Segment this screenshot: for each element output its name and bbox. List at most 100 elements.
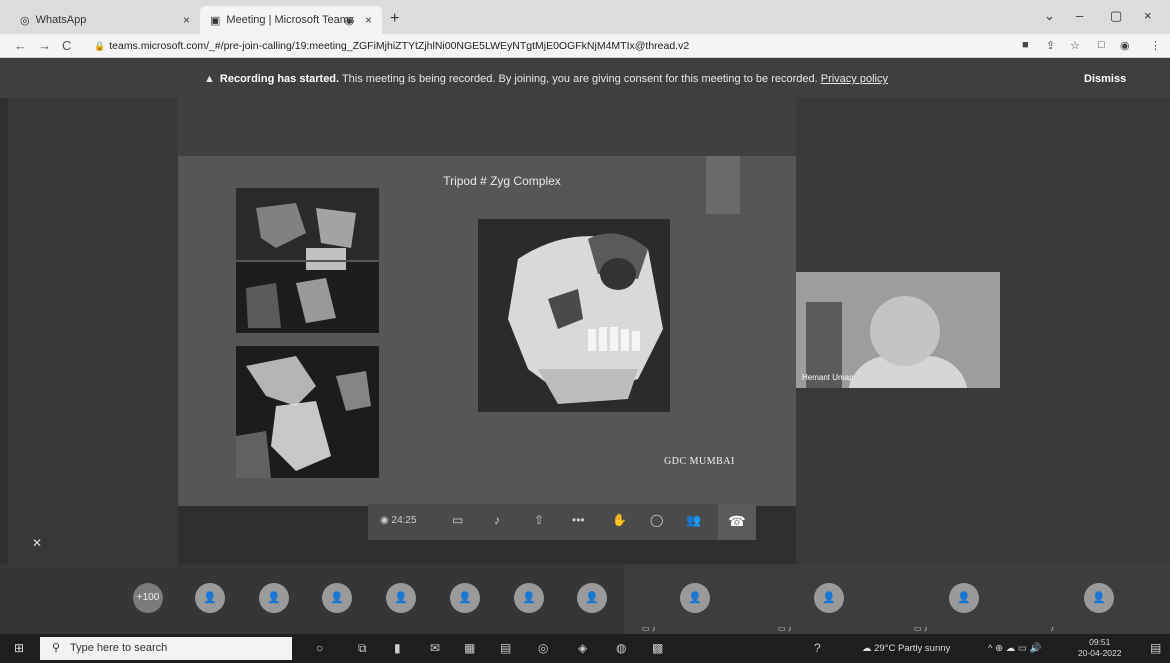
share-icon[interactable]: ⇧ (534, 513, 544, 527)
search-icon: ⚲ (52, 642, 61, 654)
task-view-icon[interactable]: ⧉ (358, 641, 367, 656)
windows-taskbar: ⊞ ⚲ Type here to search ○ ⧉ ▮ ✉ ▦ ▤ ◎ ◈ … (0, 634, 1170, 663)
ct-scan-coronal-image (236, 188, 379, 333)
clock-time: 09:51 (1089, 637, 1111, 647)
recording-banner: ▲ Recording has started. This meeting is … (0, 58, 1170, 98)
muted-mic-icon: ♪ (1050, 624, 1054, 633)
3d-skull-reconstruction-image (478, 219, 670, 412)
url-text: teams.microsoft.com/_#/pre-join-calling/… (109, 40, 690, 52)
more-participants-badge[interactable]: +100 (133, 583, 163, 613)
warning-icon: ▲ (204, 73, 215, 85)
participant-name: Hemant Umap (802, 373, 854, 382)
participant-avatar[interactable]: 👤 (386, 583, 416, 613)
stage-left-panel (8, 98, 178, 564)
app-icon[interactable]: ◍ (616, 641, 626, 655)
bookmark-star-icon[interactable]: ☆ (1070, 39, 1080, 52)
minimize-button[interactable]: – (1076, 8, 1083, 23)
mail-icon[interactable]: ✉ (430, 641, 440, 655)
clock-date: 20-04-2022 (1078, 648, 1122, 658)
participant-avatar[interactable]: 👤 (322, 583, 352, 613)
cortana-icon[interactable]: ○ (316, 641, 323, 655)
dismiss-button[interactable]: Dismiss (1084, 73, 1126, 85)
muted-mic-icon: ▭ ♪ (914, 624, 928, 633)
slide-footer: GDC MUMBAI (664, 456, 735, 467)
tab-search-icon[interactable]: ⌄ (1044, 8, 1055, 24)
chat-icon[interactable]: ◯ (650, 513, 663, 527)
tab-label: WhatsApp (35, 14, 87, 26)
participant-avatar[interactable]: 👤 (450, 583, 480, 613)
participant-avatar[interactable]: 👤 (680, 583, 710, 613)
back-arrow-icon[interactable]: ← (14, 38, 27, 53)
forward-arrow-icon[interactable]: → (38, 38, 51, 53)
tab-label: Meeting | Microsoft Teams (226, 14, 355, 26)
sidebar-icon[interactable]: □ (1098, 39, 1105, 51)
call-control-bar: ◉ 24:25 ▭ ♪ ⇧ ••• ✋ ◯ 👥 ☎ (368, 504, 756, 540)
timer-icon: ◉ (380, 515, 389, 526)
weather-widget[interactable]: ☁ 29°C Partly sunny (862, 643, 950, 654)
hang-up-button[interactable]: ☎ (718, 504, 756, 540)
maximize-button[interactable]: ▢ (1110, 8, 1122, 24)
url-field[interactable]: 🔒 teams.microsoft.com/_#/pre-join-calling… (94, 40, 689, 52)
address-bar: ← → C 🔒 teams.microsoft.com/_#/pre-join-c… (0, 34, 1170, 58)
system-tray-icons[interactable]: ^ ⊕ ☁ ▭ 🔊 (988, 643, 1041, 654)
audio-icon[interactable]: ◉ (344, 14, 354, 27)
more-icon[interactable]: ••• (572, 513, 585, 527)
participant-video-tile[interactable]: Hemant Umap (796, 272, 1000, 388)
timer-value: 24:25 (391, 515, 417, 526)
share-page-icon[interactable]: ⇪ (1046, 39, 1055, 52)
profile-avatar-icon[interactable]: ◉ (1120, 39, 1130, 52)
participant-avatar[interactable]: 👤 (259, 583, 289, 613)
participant-avatar[interactable]: 👤 (514, 583, 544, 613)
close-window-button[interactable]: × (1144, 8, 1152, 23)
participants-icon[interactable]: 👥 (686, 513, 701, 527)
participant-avatar[interactable]: 👤 (195, 583, 225, 613)
ct-scan-sagittal-image (236, 346, 379, 478)
search-placeholder: Type here to search (70, 642, 168, 654)
chrome-icon[interactable]: ◎ (538, 641, 548, 655)
muted-mic-icon: ✕ (32, 536, 43, 550)
slide-title: Tripod # Zyg Complex (443, 174, 561, 188)
help-icon[interactable]: ? (814, 641, 821, 655)
weather-text: 29°C Partly sunny (874, 643, 951, 654)
video-person-head (870, 296, 940, 366)
stage-top-area (178, 98, 796, 156)
participant-avatar[interactable]: 👤 (949, 583, 979, 613)
explorer-icon[interactable]: ▤ (500, 641, 511, 655)
raise-hand-icon[interactable]: ✋ (612, 513, 627, 527)
notifications-icon[interactable]: ▤ (1150, 641, 1161, 655)
participant-avatar[interactable]: 👤 (577, 583, 607, 613)
participant-avatar[interactable]: 👤 (814, 583, 844, 613)
camera-icon[interactable]: ▭ (452, 513, 463, 527)
new-tab-button[interactable]: + (390, 10, 399, 28)
windows-start-icon[interactable]: ⊞ (14, 641, 24, 655)
app-icon[interactable]: ◈ (578, 641, 587, 655)
privacy-policy-link[interactable]: Privacy policy (821, 73, 888, 85)
clock[interactable]: 09:51 20-04-2022 (1078, 637, 1121, 659)
extension-icon[interactable]: ■ (1022, 39, 1029, 51)
store-icon[interactable]: ▦ (464, 641, 475, 655)
meeting-timer: ◉ 24:25 (380, 515, 417, 526)
tab-whatsapp[interactable]: ◎ WhatsApp × (10, 6, 200, 34)
tab-teams-meeting[interactable]: ▣ Meeting | Microsoft Teams ◉ × (200, 6, 382, 34)
meeting-stage: Tripod # Zyg Complex GDC MUMBAI ◉ 24:25 … (0, 98, 1170, 564)
app-icon[interactable]: ▩ (652, 641, 663, 655)
participant-strip: +100 👤 👤 👤 👤 👤 👤 👤 👤 👤 👤 👤 ▭ ♪ ▭ ♪ ▭ ♪ ♪ (0, 564, 1170, 634)
teams-icon: ▣ (210, 14, 221, 27)
close-tab-icon[interactable]: × (365, 13, 372, 27)
recording-message: ▲ Recording has started. This meeting is … (204, 73, 888, 85)
close-tab-icon[interactable]: × (183, 13, 190, 27)
mic-icon[interactable]: ♪ (494, 513, 500, 527)
browser-tab-strip: ◎ WhatsApp × ▣ Meeting | Microsoft Teams… (0, 0, 1170, 34)
reload-icon[interactable]: C (62, 38, 71, 53)
app-icon[interactable]: ▮ (394, 641, 401, 655)
screen: ◎ WhatsApp × ▣ Meeting | Microsoft Teams… (0, 0, 1170, 663)
shared-slide: Tripod # Zyg Complex GDC MUMBAI (178, 156, 796, 506)
muted-mic-icon: ▭ ♪ (778, 624, 792, 633)
whatsapp-icon: ◎ (20, 14, 30, 27)
browser-menu-icon[interactable]: ⋮ (1150, 39, 1161, 52)
taskbar-search-box[interactable]: ⚲ Type here to search (40, 637, 292, 660)
recording-text: This meeting is being recorded. By joini… (341, 73, 818, 85)
muted-mic-icon: ▭ ♪ (642, 624, 656, 633)
lock-icon: 🔒 (94, 41, 106, 51)
participant-avatar[interactable]: 👤 (1084, 583, 1114, 613)
